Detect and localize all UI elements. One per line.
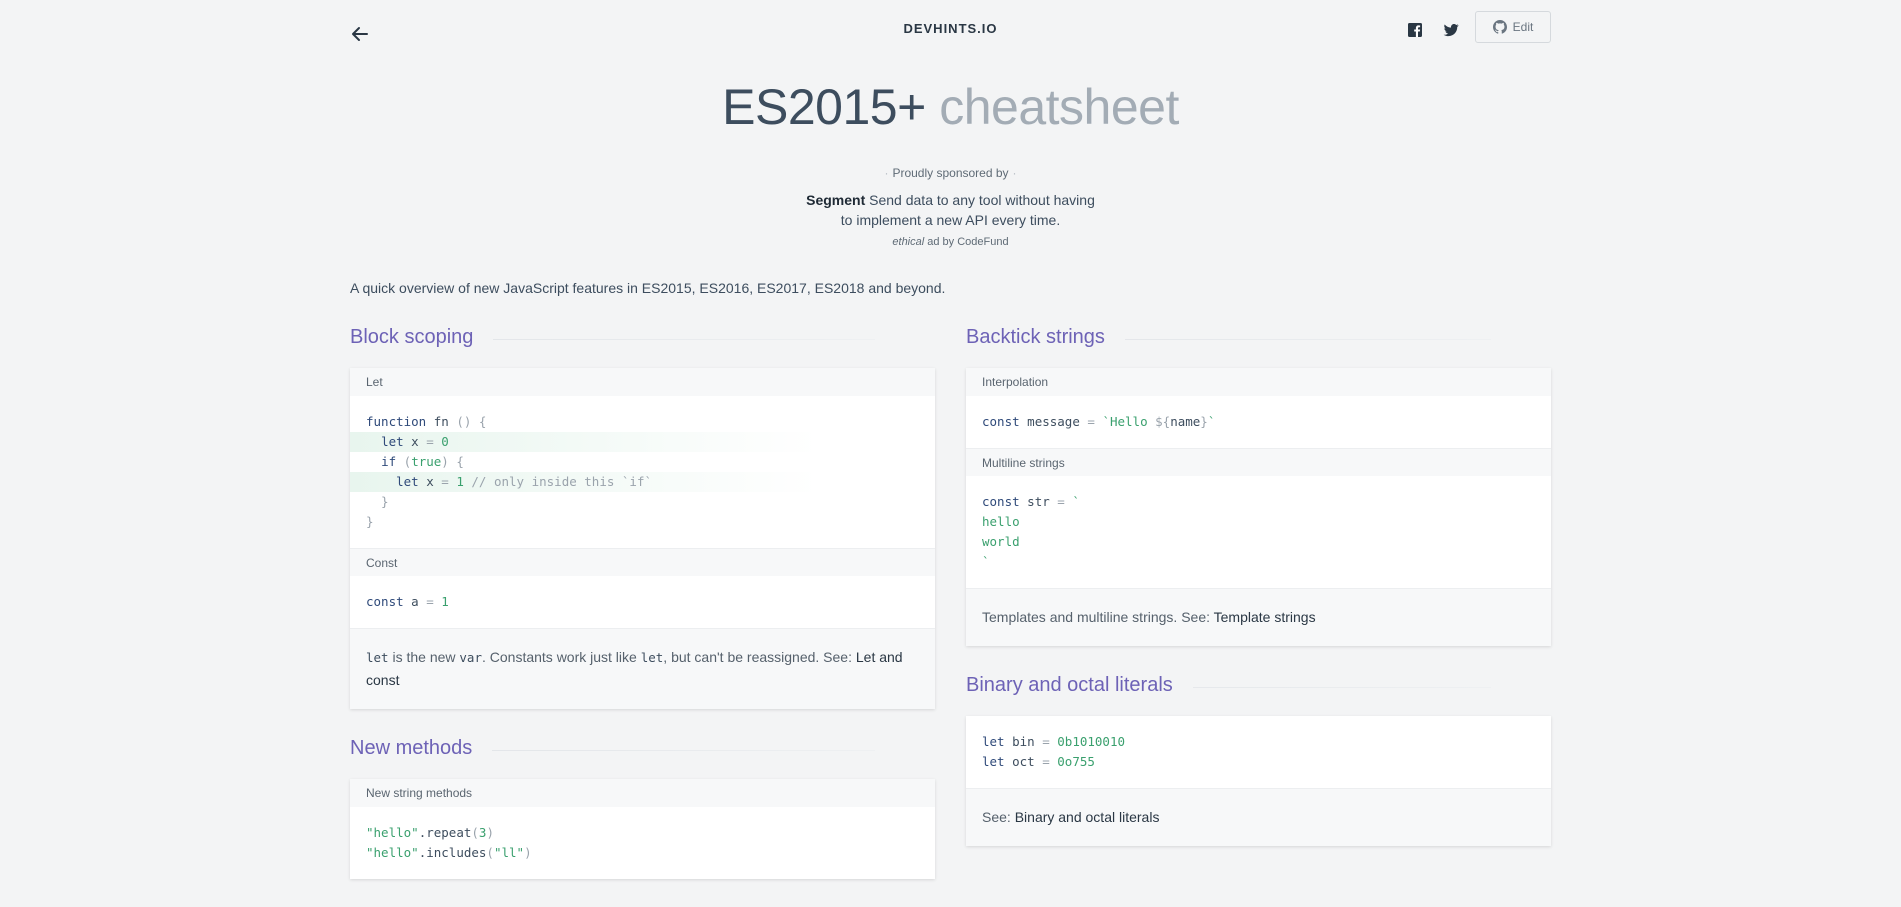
note-code-let: let	[640, 650, 664, 665]
card-subheader-let: Let	[350, 368, 935, 396]
credit-ethical[interactable]: ethical	[892, 236, 924, 248]
sponsor-tag: · Proudly sponsored by ·	[884, 166, 1017, 180]
note-text: , but can't be reassigned. See:	[663, 649, 856, 665]
sponsor-ad[interactable]: Segment Send data to any tool without ha…	[801, 190, 1101, 230]
card-subheader-string-methods: New string methods	[350, 779, 935, 807]
title-main: ES2015+	[722, 79, 926, 135]
page: DEVHINTS.IO Edit ES2015+ cheatsheet · Pro…	[350, 0, 1551, 879]
section-title[interactable]: New methods	[350, 737, 493, 760]
top-bar: DEVHINTS.IO Edit	[350, 0, 1551, 60]
code-block-let: function fn () { let x = 0 if (true) { l…	[350, 396, 935, 548]
sponsor-credit[interactable]: ethical ad by CodeFund	[350, 236, 1551, 248]
twitter-icon[interactable]	[1442, 21, 1460, 39]
card-subheader-multiline: Multiline strings	[966, 448, 1551, 476]
sponsor-tag-text: Proudly sponsored by	[892, 166, 1009, 180]
note-text: Templates and multiline strings. See:	[982, 609, 1214, 625]
section-title[interactable]: Binary and octal literals	[966, 674, 1193, 697]
card-note: Templates and multiline strings. See: Te…	[966, 588, 1551, 646]
page-title: ES2015+ cheatsheet	[350, 78, 1551, 136]
note-code-let: let	[366, 650, 389, 665]
card-binary-octal: let bin = 0b1010010 let oct = 0o755 See: …	[966, 716, 1551, 846]
edit-button[interactable]: Edit	[1475, 11, 1551, 43]
section-header-block-scoping: Block scoping	[350, 326, 935, 352]
title-sub: cheatsheet	[939, 79, 1179, 135]
brand-logo[interactable]: DEVHINTS.IO	[350, 21, 1551, 36]
card-block-scoping: Let function fn () { let x = 0 if (true)…	[350, 368, 935, 709]
card-backtick-strings: Interpolation const message = `Hello ${n…	[966, 368, 1551, 646]
facebook-icon[interactable]	[1406, 21, 1424, 39]
left-column: Block scoping Let function fn () { let x…	[350, 326, 935, 907]
section-header-binary-octal: Binary and octal literals	[966, 674, 1551, 700]
note-text: . Constants work just like	[481, 649, 641, 665]
card-note: let is the new var. Constants work just …	[350, 628, 935, 709]
section-title[interactable]: Block scoping	[350, 326, 494, 349]
card-subheader-interpolation: Interpolation	[966, 368, 1551, 396]
sponsor-company[interactable]: Segment	[806, 192, 865, 208]
note-text: is the new	[388, 649, 460, 665]
edit-label: Edit	[1512, 20, 1534, 34]
sponsor-text[interactable]: Send data to any tool without having to …	[841, 192, 1095, 228]
intro-text: A quick overview of new JavaScript featu…	[350, 280, 946, 296]
code-block-const: const a = 1	[366, 594, 449, 609]
note-text: See:	[982, 809, 1015, 825]
credit-rest[interactable]: ad by CodeFund	[927, 236, 1008, 248]
template-strings-link[interactable]: Template strings	[1214, 609, 1316, 625]
section-header-backtick-strings: Backtick strings	[966, 326, 1551, 352]
code-block-multiline: const str = ` hello world `	[982, 494, 1080, 569]
card-new-methods: New string methods "hello".repeat(3) "hel…	[350, 779, 935, 879]
note-code-var: var	[459, 650, 482, 665]
right-column: Backtick strings Interpolation const mes…	[966, 326, 1551, 874]
section-header-new-methods: New methods	[350, 737, 935, 763]
section-title[interactable]: Backtick strings	[966, 326, 1125, 349]
code-block-string-methods: "hello".repeat(3) "hello".includes("ll")	[366, 825, 532, 860]
card-note: See: Binary and octal literals	[966, 788, 1551, 846]
code-block-binary-octal: let bin = 0b1010010 let oct = 0o755	[982, 734, 1126, 769]
github-icon	[1492, 20, 1507, 34]
code-block-interpolation: const message = `Hello ${name}`	[982, 414, 1216, 429]
card-subheader-const: Const	[350, 548, 935, 576]
sponsor-block: · Proudly sponsored by · Segment Send data…	[350, 166, 1551, 248]
binary-octal-link[interactable]: Binary and octal literals	[1015, 809, 1160, 825]
